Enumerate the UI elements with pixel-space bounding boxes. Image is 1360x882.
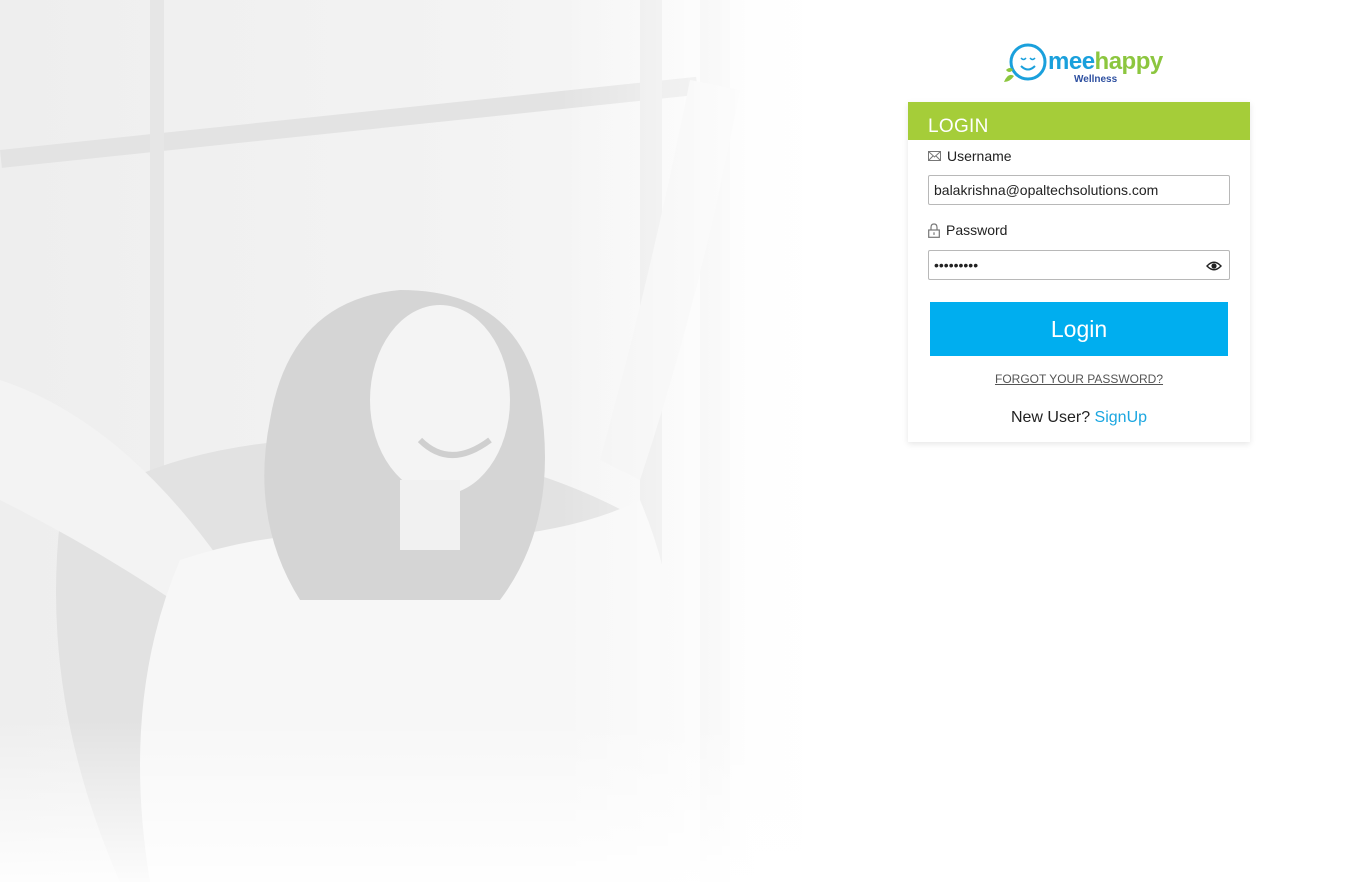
password-label: Password <box>928 222 1007 238</box>
login-button[interactable]: Login <box>930 302 1228 356</box>
forgot-password-link[interactable]: FORGOT YOUR PASSWORD? <box>908 372 1250 386</box>
password-label-text: Password <box>946 222 1008 238</box>
envelope-icon <box>928 151 941 161</box>
background-photo <box>0 0 802 882</box>
password-input[interactable] <box>929 251 1194 279</box>
login-card: LOGIN Username Pas <box>908 102 1250 442</box>
username-label: Username <box>928 148 1012 164</box>
login-title: LOGIN <box>928 116 989 137</box>
eye-icon[interactable] <box>1206 259 1222 271</box>
username-label-text: Username <box>947 148 1012 164</box>
lock-icon <box>928 222 940 238</box>
signup-link[interactable]: SignUp <box>1095 409 1147 426</box>
login-page: meehappy Wellness LOGIN Username balakri… <box>0 0 1360 882</box>
username-input[interactable] <box>929 176 1194 204</box>
meehappy-logo: meehappy Wellness <box>1000 38 1163 90</box>
new-user-row: New User? SignUp <box>908 409 1250 427</box>
logo-tagline: Wellness <box>1074 74 1118 85</box>
new-user-text: New User? <box>1010 409 1091 426</box>
password-field-box[interactable] <box>928 250 1230 280</box>
smiley-logo-icon <box>1004 43 1047 82</box>
username-field-box[interactable] <box>928 175 1230 205</box>
logo-wordmark: meehappy <box>1048 48 1163 75</box>
login-card-header: LOGIN <box>908 102 1250 140</box>
